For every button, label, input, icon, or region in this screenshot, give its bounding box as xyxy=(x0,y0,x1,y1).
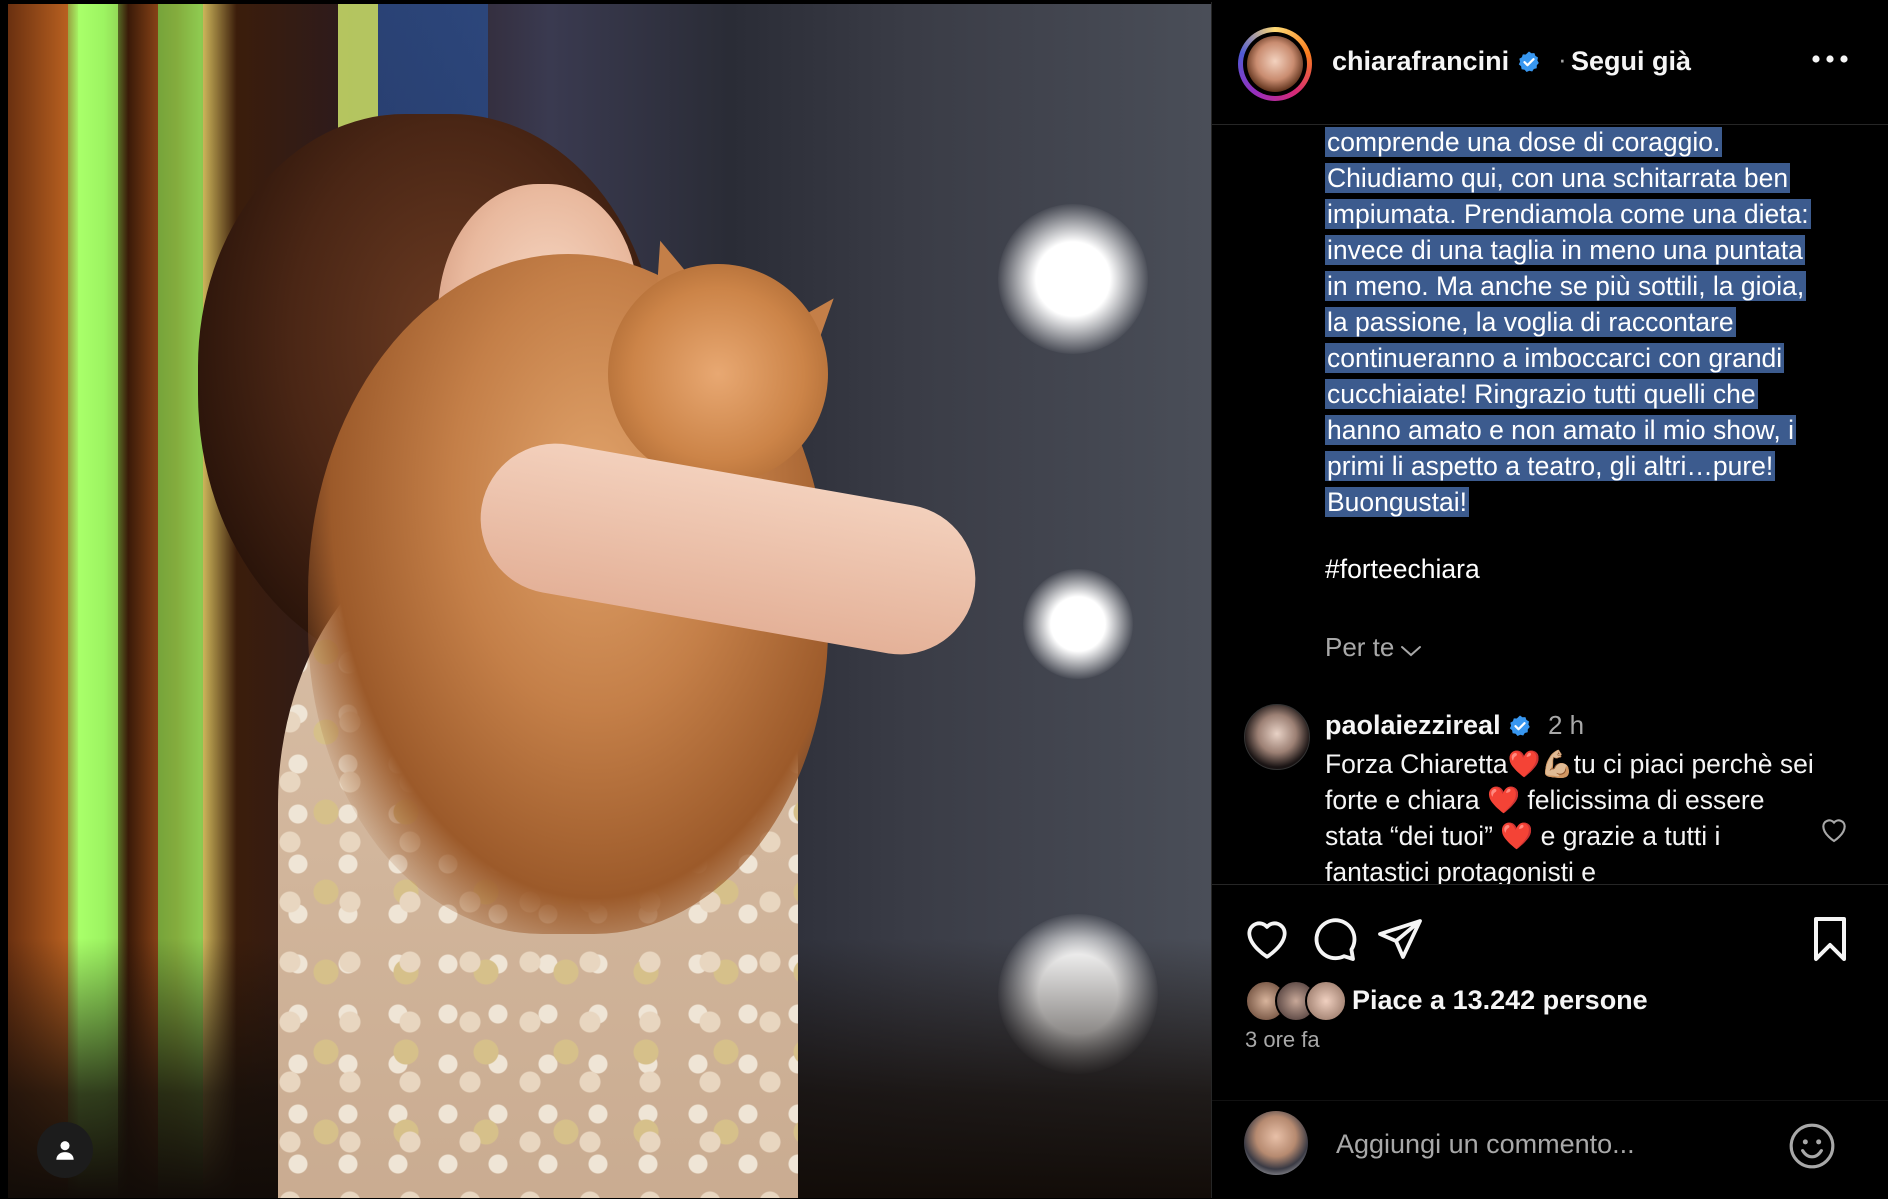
likes-count[interactable]: Piace a 13.242 persone xyxy=(1352,985,1648,1016)
comment-composer xyxy=(1212,1100,1888,1199)
more-horizontal-icon[interactable] xyxy=(1808,49,1852,69)
post-photo xyxy=(8,4,1211,1198)
post-header: chiarafrancini · Segui già xyxy=(1212,2,1888,125)
caption-line: invece di una taglia in meno una puntata xyxy=(1325,235,1805,265)
header-separator: · xyxy=(1558,44,1567,74)
commenter-username[interactable]: paolaiezzireal xyxy=(1325,710,1532,741)
caption-line: continueranno a imboccarci con grandi xyxy=(1325,343,1785,373)
smiley-icon[interactable] xyxy=(1787,1121,1837,1171)
following-button[interactable]: Segui già xyxy=(1571,46,1691,77)
caption-line: cucchiaiate! Ringrazio tutti quelli che xyxy=(1325,379,1758,409)
caption-line: impiumata. Prendiamola come una dieta: xyxy=(1325,199,1811,229)
post-time: 3 ore fa xyxy=(1245,1027,1320,1052)
post-caption: comprende una dose di coraggio. Chiudiam… xyxy=(1325,124,1880,520)
current-user-avatar xyxy=(1244,1111,1308,1175)
liker-avatar xyxy=(1305,980,1347,1022)
commenter-username-text[interactable]: paolaiezzireal xyxy=(1325,710,1501,740)
for-you-label: Per te xyxy=(1325,632,1395,662)
stage-light xyxy=(998,204,1148,354)
caption-line: in meno. Ma anche se più sottili, la gio… xyxy=(1325,271,1807,301)
user-icon xyxy=(56,1141,74,1160)
caption-line: la passione, la voglia di raccontare xyxy=(1325,307,1736,337)
comment-bubble-icon[interactable] xyxy=(1310,915,1358,963)
caption-line: primi li aspetto a teatro, gli altri…pur… xyxy=(1325,451,1776,481)
author-username[interactable]: chiarafrancini xyxy=(1332,46,1541,77)
tagged-users-button[interactable] xyxy=(37,1122,93,1178)
post-dialog: chiarafrancini · Segui già comprende una… xyxy=(0,0,1888,1198)
verified-badge-icon xyxy=(1509,715,1530,736)
heart-icon[interactable] xyxy=(1242,915,1292,961)
comment-input[interactable] xyxy=(1334,1123,1738,1165)
caption-line: hanno amato e non amato il mio show, i xyxy=(1325,415,1796,445)
comments-scroll-area[interactable]: comprende una dose di coraggio. Chiudiam… xyxy=(1212,124,1888,884)
author-username-text[interactable]: chiarafrancini xyxy=(1332,46,1509,76)
caption-line: Buongustai! xyxy=(1325,487,1469,517)
paper-plane-icon[interactable] xyxy=(1376,915,1424,963)
caption-line: Chiudiamo qui, con una schitarrata ben xyxy=(1325,163,1791,193)
comment-text: Forza Chiaretta❤️💪🏼tu ci piaci perchè se… xyxy=(1325,749,1814,884)
cat-head xyxy=(608,264,828,484)
author-avatar[interactable] xyxy=(1238,27,1312,101)
hashtag-link[interactable]: #forteechiara xyxy=(1325,554,1480,585)
stage-light xyxy=(1023,569,1133,679)
heart-icon[interactable] xyxy=(1818,814,1850,844)
commenter-avatar[interactable] xyxy=(1244,704,1310,770)
comment-timestamp: 2 h xyxy=(1548,710,1585,740)
post-side-panel: chiarafrancini · Segui già comprende una… xyxy=(1211,2,1888,1198)
bookmark-icon[interactable] xyxy=(1808,915,1852,963)
for-you-dropdown[interactable]: Per te xyxy=(1325,632,1422,663)
verified-badge-icon xyxy=(1518,51,1539,72)
caption-line: comprende una dose di coraggio. xyxy=(1325,127,1723,157)
chevron-down-icon xyxy=(1401,646,1422,657)
